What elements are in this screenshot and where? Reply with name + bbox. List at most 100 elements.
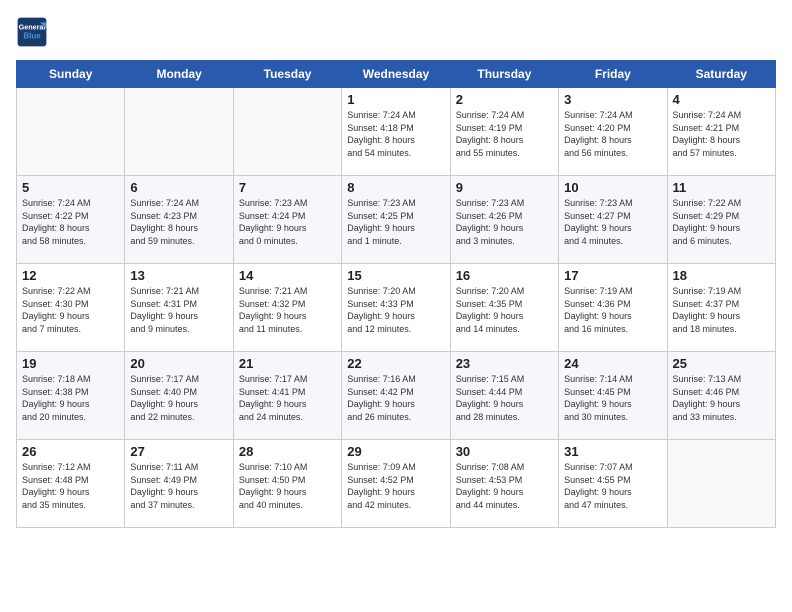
day-info: Sunrise: 7:23 AM Sunset: 4:27 PM Dayligh… xyxy=(564,197,661,247)
logo: General Blue xyxy=(16,16,48,48)
day-info: Sunrise: 7:24 AM Sunset: 4:20 PM Dayligh… xyxy=(564,109,661,159)
calendar-cell: 19 Sunrise: 7:18 AM Sunset: 4:38 PM Dayli… xyxy=(17,352,125,440)
calendar-cell: 12 Sunrise: 7:22 AM Sunset: 4:30 PM Dayli… xyxy=(17,264,125,352)
day-info: Sunrise: 7:20 AM Sunset: 4:35 PM Dayligh… xyxy=(456,285,553,335)
day-info: Sunrise: 7:23 AM Sunset: 4:26 PM Dayligh… xyxy=(456,197,553,247)
day-number: 29 xyxy=(347,444,444,459)
calendar-cell: 10 Sunrise: 7:23 AM Sunset: 4:27 PM Dayli… xyxy=(559,176,667,264)
calendar-cell: 7 Sunrise: 7:23 AM Sunset: 4:24 PM Daylig… xyxy=(233,176,341,264)
day-number: 17 xyxy=(564,268,661,283)
calendar-table: SundayMondayTuesdayWednesdayThursdayFrid… xyxy=(16,60,776,528)
day-number: 20 xyxy=(130,356,227,371)
day-info: Sunrise: 7:22 AM Sunset: 4:29 PM Dayligh… xyxy=(673,197,770,247)
calendar-cell: 26 Sunrise: 7:12 AM Sunset: 4:48 PM Dayli… xyxy=(17,440,125,528)
svg-text:Blue: Blue xyxy=(23,31,41,40)
week-row-2: 5 Sunrise: 7:24 AM Sunset: 4:22 PM Daylig… xyxy=(17,176,776,264)
day-number: 23 xyxy=(456,356,553,371)
calendar-cell: 30 Sunrise: 7:08 AM Sunset: 4:53 PM Dayli… xyxy=(450,440,558,528)
weekday-header-thursday: Thursday xyxy=(450,61,558,88)
day-number: 24 xyxy=(564,356,661,371)
calendar-cell: 21Sunrise: 7:17 AM Sunset: 4:41 PM Dayli… xyxy=(233,352,341,440)
page-header: General Blue xyxy=(16,16,776,48)
calendar-cell: 2 Sunrise: 7:24 AM Sunset: 4:19 PM Daylig… xyxy=(450,88,558,176)
day-number: 12 xyxy=(22,268,119,283)
day-number: 26 xyxy=(22,444,119,459)
day-info: Sunrise: 7:09 AM Sunset: 4:52 PM Dayligh… xyxy=(347,461,444,511)
day-number: 18 xyxy=(673,268,770,283)
calendar-cell xyxy=(17,88,125,176)
calendar-cell: 20 Sunrise: 7:17 AM Sunset: 4:40 PM Dayli… xyxy=(125,352,233,440)
day-info: Sunrise: 7:24 AM Sunset: 4:23 PM Dayligh… xyxy=(130,197,227,247)
weekday-header-wednesday: Wednesday xyxy=(342,61,450,88)
day-number: 11 xyxy=(673,180,770,195)
week-row-4: 19 Sunrise: 7:18 AM Sunset: 4:38 PM Dayli… xyxy=(17,352,776,440)
calendar-cell: 3Sunrise: 7:24 AM Sunset: 4:20 PM Daylig… xyxy=(559,88,667,176)
week-row-1: 1 Sunrise: 7:24 AM Sunset: 4:18 PM Daylig… xyxy=(17,88,776,176)
day-number: 5 xyxy=(22,180,119,195)
day-number: 14 xyxy=(239,268,336,283)
day-number: 16 xyxy=(456,268,553,283)
logo-icon: General Blue xyxy=(16,16,48,48)
day-info: Sunrise: 7:19 AM Sunset: 4:36 PM Dayligh… xyxy=(564,285,661,335)
calendar-cell: 29 Sunrise: 7:09 AM Sunset: 4:52 PM Dayli… xyxy=(342,440,450,528)
calendar-cell: 6 Sunrise: 7:24 AM Sunset: 4:23 PM Daylig… xyxy=(125,176,233,264)
calendar-cell: 31 Sunrise: 7:07 AM Sunset: 4:55 PM Dayli… xyxy=(559,440,667,528)
day-info: Sunrise: 7:17 AM Sunset: 4:40 PM Dayligh… xyxy=(130,373,227,423)
day-info: Sunrise: 7:24 AM Sunset: 4:18 PM Dayligh… xyxy=(347,109,444,159)
weekday-header-sunday: Sunday xyxy=(17,61,125,88)
calendar-cell xyxy=(667,440,775,528)
day-info: Sunrise: 7:24 AM Sunset: 4:22 PM Dayligh… xyxy=(22,197,119,247)
week-row-3: 12 Sunrise: 7:22 AM Sunset: 4:30 PM Dayli… xyxy=(17,264,776,352)
calendar-cell: 9 Sunrise: 7:23 AM Sunset: 4:26 PM Daylig… xyxy=(450,176,558,264)
day-info: Sunrise: 7:23 AM Sunset: 4:25 PM Dayligh… xyxy=(347,197,444,247)
weekday-header-tuesday: Tuesday xyxy=(233,61,341,88)
week-row-5: 26 Sunrise: 7:12 AM Sunset: 4:48 PM Dayli… xyxy=(17,440,776,528)
calendar-cell: 17 Sunrise: 7:19 AM Sunset: 4:36 PM Dayli… xyxy=(559,264,667,352)
day-info: Sunrise: 7:15 AM Sunset: 4:44 PM Dayligh… xyxy=(456,373,553,423)
calendar-cell: 14 Sunrise: 7:21 AM Sunset: 4:32 PM Dayli… xyxy=(233,264,341,352)
calendar-cell: 28Sunrise: 7:10 AM Sunset: 4:50 PM Dayli… xyxy=(233,440,341,528)
day-info: Sunrise: 7:07 AM Sunset: 4:55 PM Dayligh… xyxy=(564,461,661,511)
day-number: 13 xyxy=(130,268,227,283)
weekday-header-monday: Monday xyxy=(125,61,233,88)
calendar-cell: 1 Sunrise: 7:24 AM Sunset: 4:18 PM Daylig… xyxy=(342,88,450,176)
day-number: 9 xyxy=(456,180,553,195)
day-number: 19 xyxy=(22,356,119,371)
day-number: 31 xyxy=(564,444,661,459)
calendar-cell xyxy=(125,88,233,176)
calendar-cell: 25 Sunrise: 7:13 AM Sunset: 4:46 PM Dayli… xyxy=(667,352,775,440)
day-info: Sunrise: 7:18 AM Sunset: 4:38 PM Dayligh… xyxy=(22,373,119,423)
day-number: 27 xyxy=(130,444,227,459)
calendar-cell: 4 Sunrise: 7:24 AM Sunset: 4:21 PM Daylig… xyxy=(667,88,775,176)
calendar-cell: 11 Sunrise: 7:22 AM Sunset: 4:29 PM Dayli… xyxy=(667,176,775,264)
calendar-cell: 16 Sunrise: 7:20 AM Sunset: 4:35 PM Dayli… xyxy=(450,264,558,352)
day-info: Sunrise: 7:10 AM Sunset: 4:50 PM Dayligh… xyxy=(239,461,336,511)
day-number: 7 xyxy=(239,180,336,195)
day-info: Sunrise: 7:20 AM Sunset: 4:33 PM Dayligh… xyxy=(347,285,444,335)
day-info: Sunrise: 7:24 AM Sunset: 4:21 PM Dayligh… xyxy=(673,109,770,159)
day-info: Sunrise: 7:23 AM Sunset: 4:24 PM Dayligh… xyxy=(239,197,336,247)
day-number: 6 xyxy=(130,180,227,195)
day-info: Sunrise: 7:24 AM Sunset: 4:19 PM Dayligh… xyxy=(456,109,553,159)
day-number: 25 xyxy=(673,356,770,371)
day-number: 2 xyxy=(456,92,553,107)
day-number: 4 xyxy=(673,92,770,107)
day-info: Sunrise: 7:21 AM Sunset: 4:31 PM Dayligh… xyxy=(130,285,227,335)
day-number: 8 xyxy=(347,180,444,195)
day-info: Sunrise: 7:21 AM Sunset: 4:32 PM Dayligh… xyxy=(239,285,336,335)
day-number: 1 xyxy=(347,92,444,107)
day-info: Sunrise: 7:19 AM Sunset: 4:37 PM Dayligh… xyxy=(673,285,770,335)
calendar-cell: 15Sunrise: 7:20 AM Sunset: 4:33 PM Dayli… xyxy=(342,264,450,352)
day-info: Sunrise: 7:08 AM Sunset: 4:53 PM Dayligh… xyxy=(456,461,553,511)
day-info: Sunrise: 7:13 AM Sunset: 4:46 PM Dayligh… xyxy=(673,373,770,423)
day-info: Sunrise: 7:14 AM Sunset: 4:45 PM Dayligh… xyxy=(564,373,661,423)
calendar-cell: 22Sunrise: 7:16 AM Sunset: 4:42 PM Dayli… xyxy=(342,352,450,440)
calendar-cell: 5 Sunrise: 7:24 AM Sunset: 4:22 PM Daylig… xyxy=(17,176,125,264)
day-number: 30 xyxy=(456,444,553,459)
day-number: 10 xyxy=(564,180,661,195)
calendar-cell: 8 Sunrise: 7:23 AM Sunset: 4:25 PM Daylig… xyxy=(342,176,450,264)
day-info: Sunrise: 7:12 AM Sunset: 4:48 PM Dayligh… xyxy=(22,461,119,511)
day-info: Sunrise: 7:22 AM Sunset: 4:30 PM Dayligh… xyxy=(22,285,119,335)
calendar-cell: 13 Sunrise: 7:21 AM Sunset: 4:31 PM Dayli… xyxy=(125,264,233,352)
day-info: Sunrise: 7:17 AM Sunset: 4:41 PM Dayligh… xyxy=(239,373,336,423)
